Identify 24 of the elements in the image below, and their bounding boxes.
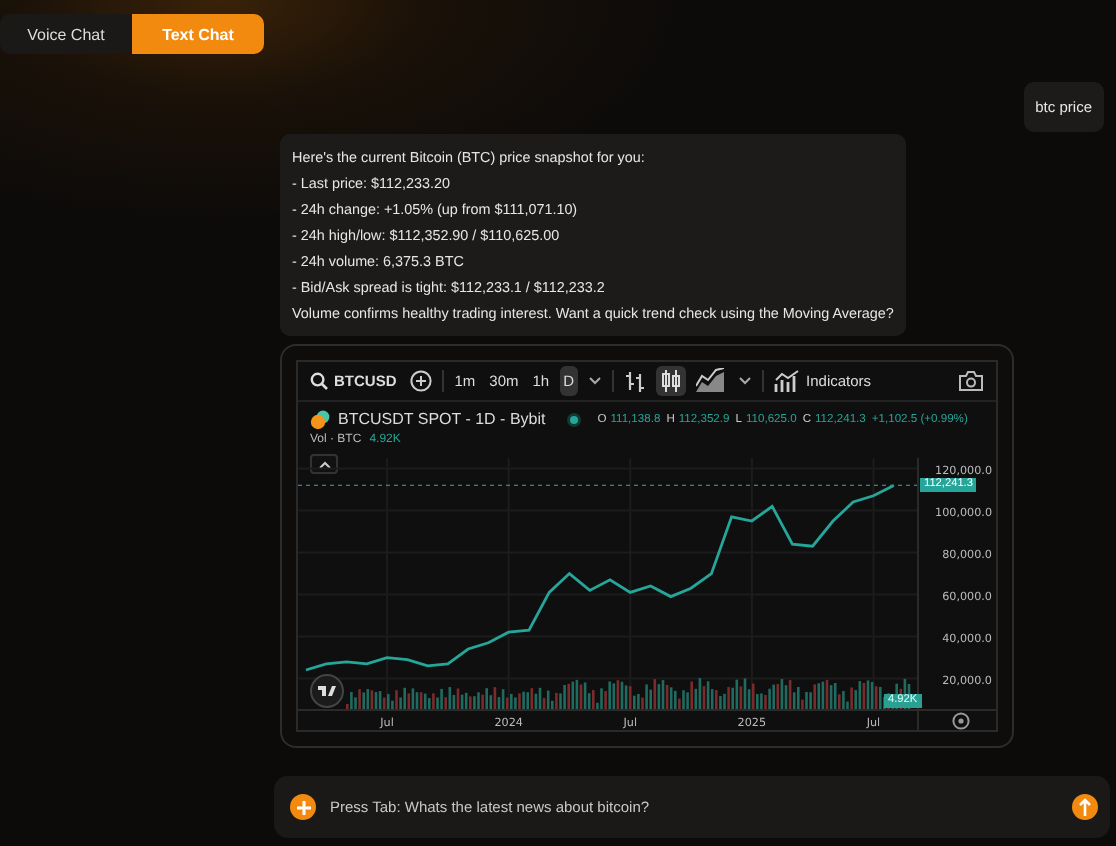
snapshot-button[interactable] [954, 366, 988, 396]
collapse-button[interactable] [310, 454, 338, 474]
candles-icon [660, 368, 683, 394]
arrow-up-icon [1078, 798, 1092, 816]
chart-title: BTCUSDT SPOT - 1D - Bybit [338, 410, 546, 428]
plus-circle-icon [410, 370, 433, 392]
chevron-up-icon [317, 459, 331, 469]
caret-icon [738, 376, 753, 386]
attach-button[interactable] [290, 794, 316, 820]
market-status-icon [565, 411, 582, 427]
chart-style-button[interactable] [656, 366, 687, 396]
area-icon [696, 368, 725, 394]
caret-icon [588, 376, 603, 386]
plus-icon [295, 799, 311, 815]
add-symbol-button[interactable] [406, 366, 437, 396]
chart-style-button[interactable] [692, 366, 729, 396]
bars-icon [624, 368, 647, 394]
camera-icon [958, 370, 984, 392]
mode-tab[interactable]: Voice Chat [0, 14, 132, 54]
send-button[interactable] [1072, 794, 1098, 820]
search-icon [310, 372, 328, 390]
settings-icon [952, 712, 970, 730]
indicators-icon [774, 369, 801, 393]
coin-logo-icon [310, 409, 330, 429]
